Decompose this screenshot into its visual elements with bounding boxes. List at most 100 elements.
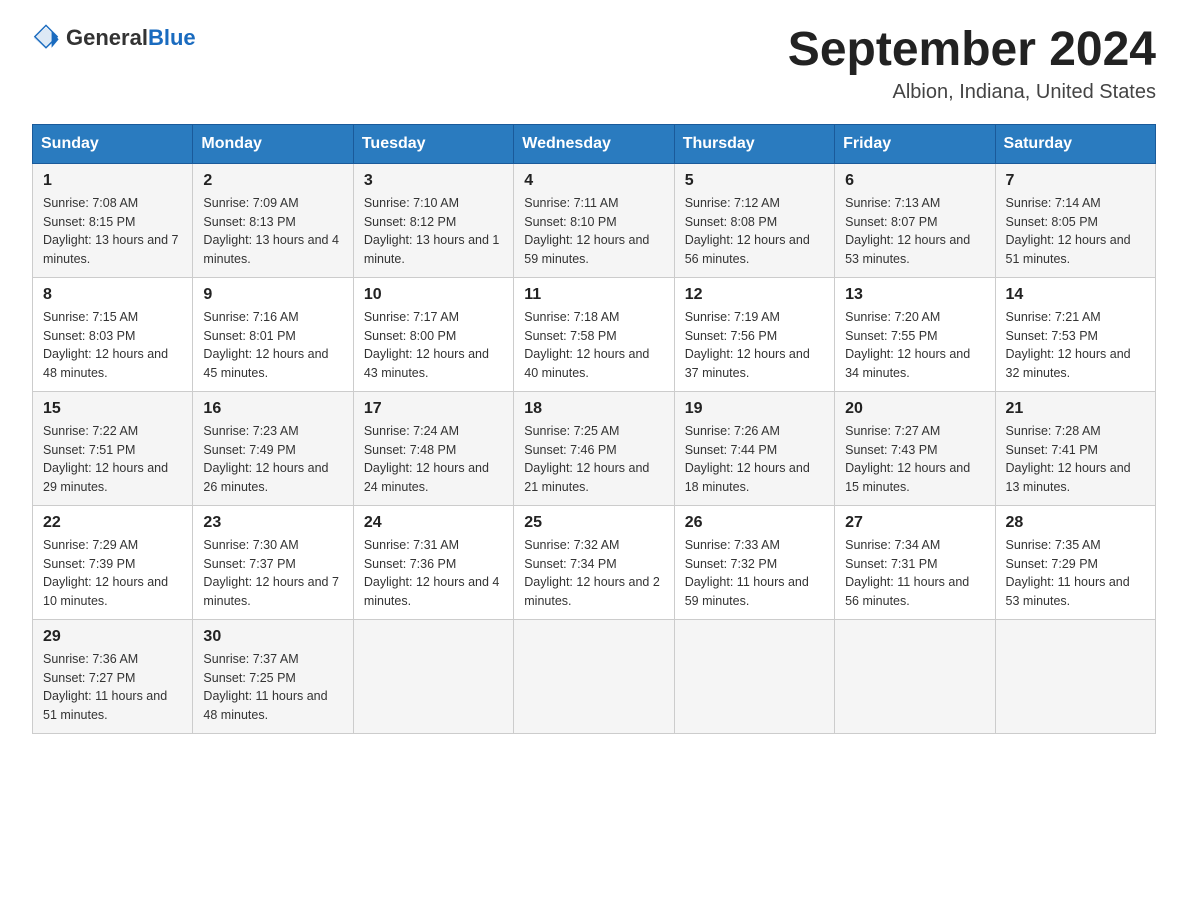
day-info-11: Sunrise: 7:18 AMSunset: 7:58 PMDaylight:… (524, 308, 663, 383)
day-cell-15: 15Sunrise: 7:22 AMSunset: 7:51 PMDayligh… (33, 391, 193, 505)
day-number-27: 27 (845, 514, 984, 532)
week-row-3: 15Sunrise: 7:22 AMSunset: 7:51 PMDayligh… (33, 391, 1156, 505)
day-number-20: 20 (845, 400, 984, 418)
calendar-subtitle: Albion, Indiana, United States (788, 81, 1156, 104)
day-number-13: 13 (845, 286, 984, 304)
week-row-4: 22Sunrise: 7:29 AMSunset: 7:39 PMDayligh… (33, 505, 1156, 619)
day-number-12: 12 (685, 286, 824, 304)
day-info-15: Sunrise: 7:22 AMSunset: 7:51 PMDaylight:… (43, 422, 182, 497)
day-info-4: Sunrise: 7:11 AMSunset: 8:10 PMDaylight:… (524, 194, 663, 269)
day-cell-30: 30Sunrise: 7:37 AMSunset: 7:25 PMDayligh… (193, 619, 353, 733)
logo-general: General (66, 25, 148, 50)
weekday-header-wednesday: Wednesday (514, 124, 674, 163)
day-cell-24: 24 Sunrise: 7:31 AMSunset: 7:36 PMDayligh… (353, 505, 513, 619)
day-number-5: 5 (685, 172, 824, 190)
week-row-1: 1 Sunrise: 7:08 AMSunset: 8:15 PMDaylight… (33, 163, 1156, 277)
day-number-1: 1 (43, 172, 182, 190)
day-number-25: 25 (524, 514, 663, 532)
day-info-2: Sunrise: 7:09 AMSunset: 8:13 PMDaylight:… (203, 194, 342, 269)
day-cell-10: 10 Sunrise: 7:17 AMSunset: 8:00 PMDayligh… (353, 277, 513, 391)
day-info-24: Sunrise: 7:31 AMSunset: 7:36 PMDaylight:… (364, 536, 503, 611)
calendar-title: September 2024 (788, 24, 1156, 77)
day-cell-20: 20 Sunrise: 7:27 AMSunset: 7:43 PMDayligh… (835, 391, 995, 505)
calendar-table: SundayMondayTuesdayWednesdayThursdayFrid… (32, 124, 1156, 734)
day-number-18: 18 (524, 400, 663, 418)
day-cell-21: 21 Sunrise: 7:28 AMSunset: 7:41 PMDayligh… (995, 391, 1155, 505)
weekday-header-saturday: Saturday (995, 124, 1155, 163)
day-info-21: Sunrise: 7:28 AMSunset: 7:41 PMDaylight:… (1006, 422, 1145, 497)
day-info-7: Sunrise: 7:14 AMSunset: 8:05 PMDaylight:… (1006, 194, 1145, 269)
weekday-header-friday: Friday (835, 124, 995, 163)
day-info-27: Sunrise: 7:34 AMSunset: 7:31 PMDaylight:… (845, 536, 984, 611)
weekday-header-sunday: Sunday (33, 124, 193, 163)
day-info-5: Sunrise: 7:12 AMSunset: 8:08 PMDaylight:… (685, 194, 824, 269)
page-header: GeneralBlue September 2024 Albion, India… (32, 24, 1156, 104)
day-cell-6: 6Sunrise: 7:13 AMSunset: 8:07 PMDaylight… (835, 163, 995, 277)
empty-cell-w4-c5 (835, 619, 995, 733)
day-info-28: Sunrise: 7:35 AMSunset: 7:29 PMDaylight:… (1006, 536, 1145, 611)
weekday-header-row: SundayMondayTuesdayWednesdayThursdayFrid… (33, 124, 1156, 163)
week-row-2: 8 Sunrise: 7:15 AMSunset: 8:03 PMDaylight… (33, 277, 1156, 391)
day-cell-5: 5 Sunrise: 7:12 AMSunset: 8:08 PMDaylight… (674, 163, 834, 277)
day-cell-16: 16 Sunrise: 7:23 AMSunset: 7:49 PMDayligh… (193, 391, 353, 505)
day-number-14: 14 (1006, 286, 1145, 304)
day-number-11: 11 (524, 286, 663, 304)
day-number-21: 21 (1006, 400, 1145, 418)
logo-blue: Blue (148, 25, 196, 50)
empty-cell-w4-c4 (674, 619, 834, 733)
day-number-19: 19 (685, 400, 824, 418)
day-info-26: Sunrise: 7:33 AMSunset: 7:32 PMDaylight:… (685, 536, 824, 611)
day-info-20: Sunrise: 7:27 AMSunset: 7:43 PMDaylight:… (845, 422, 984, 497)
day-number-4: 4 (524, 172, 663, 190)
empty-cell-w4-c2 (353, 619, 513, 733)
day-cell-12: 12 Sunrise: 7:19 AMSunset: 7:56 PMDayligh… (674, 277, 834, 391)
day-cell-26: 26 Sunrise: 7:33 AMSunset: 7:32 PMDayligh… (674, 505, 834, 619)
week-row-5: 29Sunrise: 7:36 AMSunset: 7:27 PMDayligh… (33, 619, 1156, 733)
title-block: September 2024 Albion, Indiana, United S… (788, 24, 1156, 104)
day-info-25: Sunrise: 7:32 AMSunset: 7:34 PMDaylight:… (524, 536, 663, 611)
day-cell-9: 9Sunrise: 7:16 AMSunset: 8:01 PMDaylight… (193, 277, 353, 391)
day-info-12: Sunrise: 7:19 AMSunset: 7:56 PMDaylight:… (685, 308, 824, 383)
weekday-header-monday: Monday (193, 124, 353, 163)
day-cell-11: 11 Sunrise: 7:18 AMSunset: 7:58 PMDayligh… (514, 277, 674, 391)
day-info-14: Sunrise: 7:21 AMSunset: 7:53 PMDaylight:… (1006, 308, 1145, 383)
day-cell-13: 13 Sunrise: 7:20 AMSunset: 7:55 PMDayligh… (835, 277, 995, 391)
day-cell-7: 7 Sunrise: 7:14 AMSunset: 8:05 PMDaylight… (995, 163, 1155, 277)
day-number-24: 24 (364, 514, 503, 532)
day-cell-25: 25 Sunrise: 7:32 AMSunset: 7:34 PMDayligh… (514, 505, 674, 619)
day-info-19: Sunrise: 7:26 AMSunset: 7:44 PMDaylight:… (685, 422, 824, 497)
day-number-2: 2 (203, 172, 342, 190)
day-cell-28: 28 Sunrise: 7:35 AMSunset: 7:29 PMDayligh… (995, 505, 1155, 619)
day-number-10: 10 (364, 286, 503, 304)
day-number-6: 6 (845, 172, 984, 190)
day-number-28: 28 (1006, 514, 1145, 532)
day-info-8: Sunrise: 7:15 AMSunset: 8:03 PMDaylight:… (43, 308, 182, 383)
logo-text: GeneralBlue (66, 25, 196, 51)
day-info-10: Sunrise: 7:17 AMSunset: 8:00 PMDaylight:… (364, 308, 503, 383)
day-cell-3: 3Sunrise: 7:10 AMSunset: 8:12 PMDaylight… (353, 163, 513, 277)
day-number-16: 16 (203, 400, 342, 418)
day-cell-27: 27 Sunrise: 7:34 AMSunset: 7:31 PMDayligh… (835, 505, 995, 619)
logo-icon (32, 24, 60, 52)
day-number-7: 7 (1006, 172, 1145, 190)
day-info-1: Sunrise: 7:08 AMSunset: 8:15 PMDaylight:… (43, 194, 182, 269)
day-number-26: 26 (685, 514, 824, 532)
day-cell-17: 17Sunrise: 7:24 AMSunset: 7:48 PMDayligh… (353, 391, 513, 505)
day-cell-1: 1 Sunrise: 7:08 AMSunset: 8:15 PMDaylight… (33, 163, 193, 277)
day-info-3: Sunrise: 7:10 AMSunset: 8:12 PMDaylight:… (364, 194, 503, 269)
empty-cell-w4-c3 (514, 619, 674, 733)
day-number-30: 30 (203, 628, 342, 646)
day-info-13: Sunrise: 7:20 AMSunset: 7:55 PMDaylight:… (845, 308, 984, 383)
day-cell-22: 22Sunrise: 7:29 AMSunset: 7:39 PMDayligh… (33, 505, 193, 619)
day-info-16: Sunrise: 7:23 AMSunset: 7:49 PMDaylight:… (203, 422, 342, 497)
weekday-header-tuesday: Tuesday (353, 124, 513, 163)
day-cell-2: 2 Sunrise: 7:09 AMSunset: 8:13 PMDaylight… (193, 163, 353, 277)
day-cell-14: 14 Sunrise: 7:21 AMSunset: 7:53 PMDayligh… (995, 277, 1155, 391)
day-cell-29: 29Sunrise: 7:36 AMSunset: 7:27 PMDayligh… (33, 619, 193, 733)
day-info-22: Sunrise: 7:29 AMSunset: 7:39 PMDaylight:… (43, 536, 182, 611)
day-number-8: 8 (43, 286, 182, 304)
day-cell-18: 18Sunrise: 7:25 AMSunset: 7:46 PMDayligh… (514, 391, 674, 505)
day-number-23: 23 (203, 514, 342, 532)
day-info-29: Sunrise: 7:36 AMSunset: 7:27 PMDaylight:… (43, 650, 182, 725)
day-number-9: 9 (203, 286, 342, 304)
